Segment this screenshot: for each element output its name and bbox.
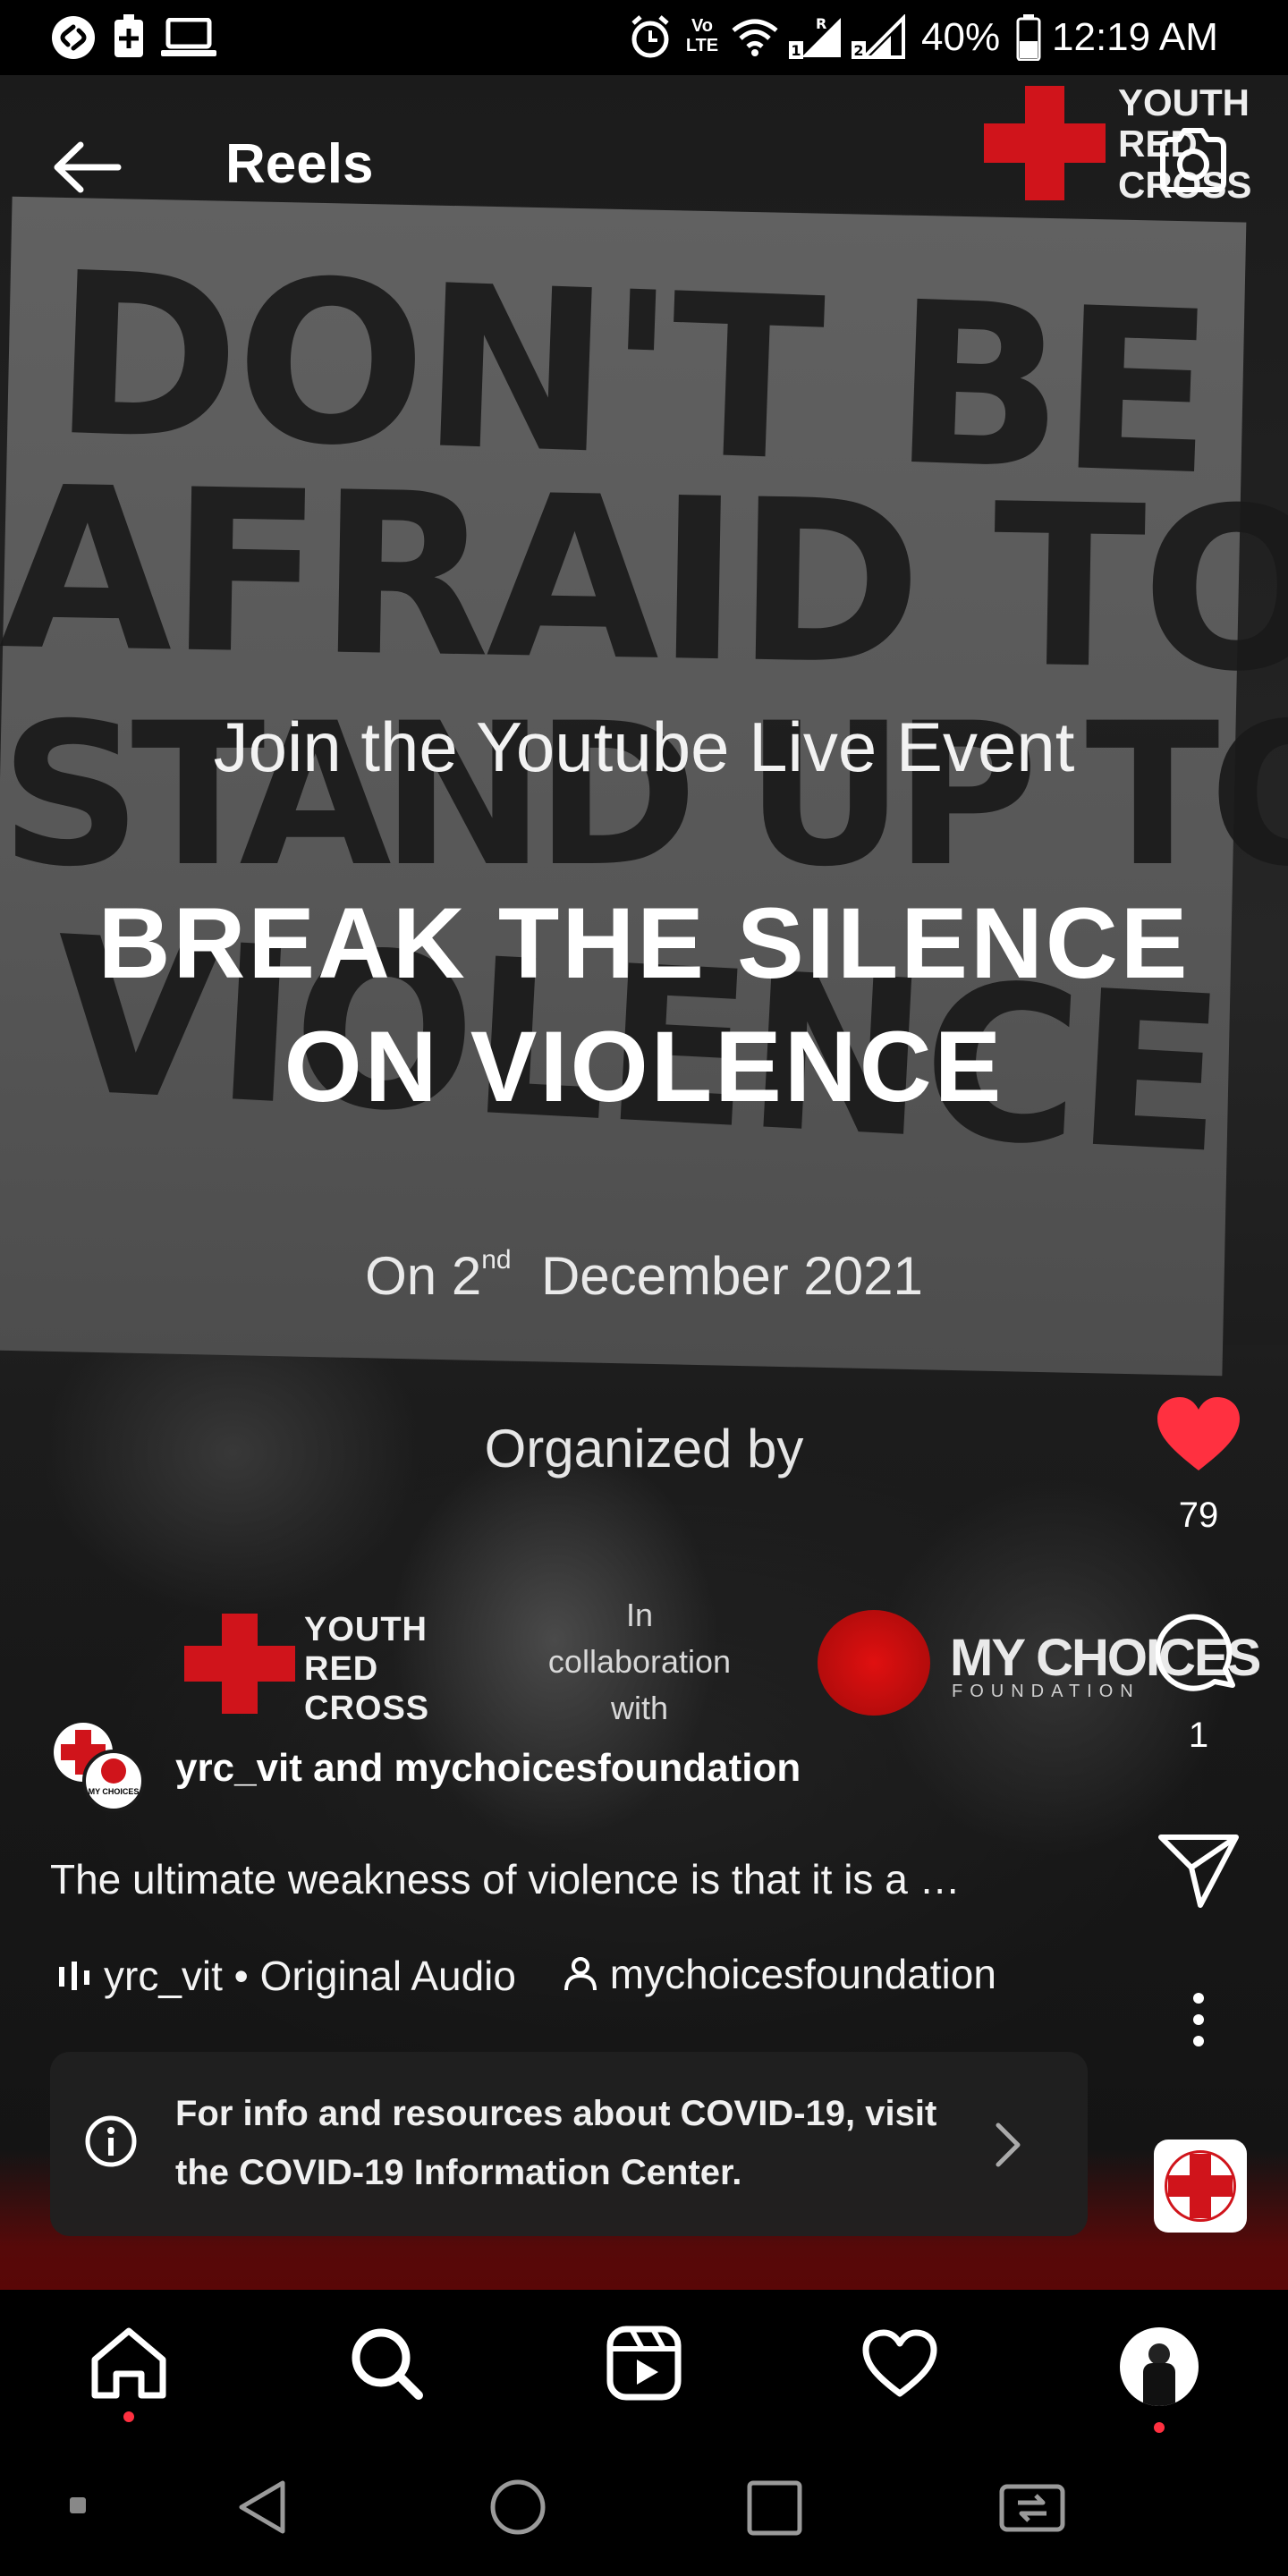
collab-line-1: In [625, 1597, 654, 1633]
volte-label: Vo LTE [685, 16, 719, 55]
like-count: 79 [1178, 1496, 1219, 1535]
activity-icon[interactable] [862, 2329, 937, 2399]
event-date-ordinal: nd [481, 1245, 512, 1275]
event-title-line1: BREAK THE SILENCE [97, 887, 1191, 999]
event-date: On 2nd December 2021 [0, 1245, 1288, 1307]
more-options-button[interactable] [1154, 1991, 1243, 2055]
nav-switch-app-icon[interactable] [998, 2481, 1066, 2535]
profile-avatar[interactable] [1120, 2327, 1199, 2406]
covid-banner-line1: For info and resources about COVID-19, v… [175, 2094, 937, 2133]
clock: 12:19 AM [1052, 15, 1218, 59]
post-caption[interactable]: The ultimate weakness of violence is tha… [50, 1855, 961, 1903]
mcf-logo-mark [818, 1610, 930, 1716]
covid-banner-text: For info and resources about COVID-19, v… [175, 2084, 980, 2202]
placard-line-2: AFRAID TO [0, 438, 1288, 722]
comment-icon [1155, 1614, 1235, 1691]
signal-sim1-icon: 1 R [789, 15, 841, 59]
event-invite-text: Join the Youtube Live Event [213, 708, 1075, 786]
comment-button[interactable] [1154, 1610, 1243, 1700]
battery-percent: 40% [921, 15, 1001, 59]
author-avatars[interactable]: MY CHOICES [54, 1723, 152, 1812]
sim2-label: 2 [853, 42, 863, 59]
audio-row: yrc_vit • Original Audio mychoicesfounda… [57, 1950, 996, 2002]
alarm-icon [631, 15, 669, 58]
reels-icon[interactable] [606, 2326, 682, 2401]
search-icon[interactable] [349, 2326, 424, 2401]
sim1-label: 1 [791, 42, 801, 59]
like-button[interactable] [1154, 1395, 1243, 1479]
covid-banner-line2: the COVID-19 Information Center. [175, 2153, 742, 2192]
heart-filled-icon [1157, 1397, 1240, 1470]
audio-link[interactable]: yrc_vit • Original Audio [57, 1952, 516, 2000]
author-usernames[interactable]: yrc_vit and mychoicesfoundation [175, 1746, 801, 1791]
more-vertical-icon [1193, 1993, 1204, 2046]
event-date-rest: December 2021 [540, 1246, 923, 1306]
yrc-logo-word-1: YOUTH [304, 1611, 428, 1648]
shazam-icon [52, 16, 95, 59]
tagged-user-link[interactable]: mychoicesfoundation [564, 1950, 996, 1998]
nav-home-icon[interactable] [488, 2478, 547, 2537]
info-icon [85, 2115, 137, 2167]
signal-sim2-icon: 2 [852, 14, 905, 59]
back-arrow-icon[interactable] [50, 136, 122, 199]
audio-label: yrc_vit • Original Audio [104, 1953, 516, 1999]
yrc-watermark-cross [984, 86, 1106, 200]
page-title: Reels [225, 133, 374, 195]
event-date-day: On 2 [365, 1246, 482, 1306]
audio-bars-icon [59, 1962, 89, 1990]
covid-info-banner[interactable]: For info and resources about COVID-19, v… [50, 2052, 1088, 2236]
yrc-logo-cross [184, 1614, 295, 1714]
nav-dot-icon [70, 2497, 86, 2513]
status-bar: Vo LTE 1 R 2 40% 12:19 AM [0, 0, 1288, 75]
camera-icon[interactable] [1156, 125, 1231, 197]
collab-line-3: with [610, 1690, 669, 1726]
avatar-mcf-text: MY CHOICES [88, 1787, 140, 1796]
person-icon [564, 1957, 597, 1991]
nav-back-icon[interactable] [234, 2478, 290, 2537]
laptop-icon [161, 18, 216, 56]
nav-recents-icon[interactable] [746, 2479, 803, 2537]
home-icon[interactable] [89, 2327, 168, 2399]
comment-count: 1 [1188, 1716, 1209, 1755]
collaboration-text: In collaboration with [501, 1592, 778, 1732]
yrc-logo-word-3: CROSS [304, 1690, 430, 1727]
battery-plus-icon [114, 14, 143, 57]
mcf-logo-subtext: FOUNDATION [952, 1682, 1140, 1701]
organized-by-text: Organized by [484, 1419, 804, 1479]
audio-thumbnail[interactable] [1154, 2140, 1247, 2233]
event-title-line2: ON VIOLENCE [284, 1011, 1004, 1123]
send-icon [1158, 1835, 1239, 1908]
avatar-mcf: MY CHOICES [82, 1750, 145, 1812]
chevron-right-icon [996, 2123, 1021, 2167]
battery-icon [1016, 14, 1041, 61]
roaming-label: R [816, 15, 826, 32]
yrc-watermark-word-1: YOUTH [1118, 81, 1250, 123]
share-button[interactable] [1154, 1830, 1243, 1915]
tagged-user-label: mychoicesfoundation [609, 1951, 996, 1997]
profile-notification-dot [1154, 2422, 1165, 2433]
bottom-navigation [0, 2290, 1288, 2442]
collab-line-2: collaboration [547, 1643, 732, 1680]
yrc-logo-text: YOUTH RED CROSS [304, 1610, 429, 1728]
wifi-icon [732, 19, 778, 56]
system-navigation-bar [0, 2442, 1288, 2576]
placard-text: DON'T BE AFRAID TO STAND UP TO VIOLENCE [0, 225, 1288, 1390]
home-notification-dot [123, 2411, 134, 2422]
yrc-logo-word-2: RED [304, 1650, 379, 1688]
